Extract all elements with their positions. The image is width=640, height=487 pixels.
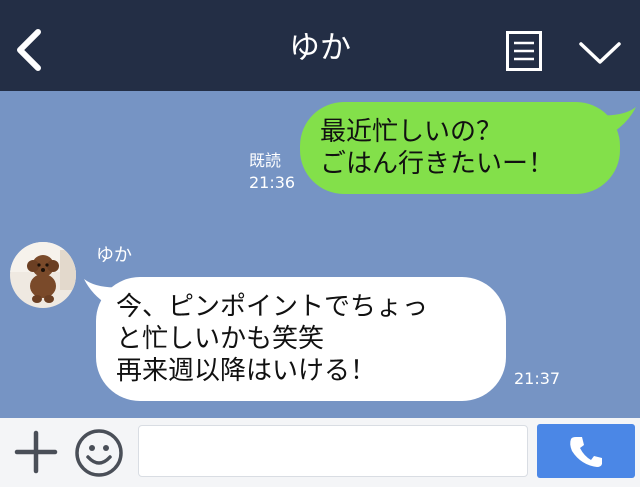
menu-icon — [506, 31, 542, 71]
incoming-message-bubble[interactable]: 今、ピンポイントでちょっ と忙しいかも笑笑 再来週以降はいける！ — [96, 277, 506, 401]
collapse-button[interactable] — [578, 38, 622, 66]
add-button[interactable] — [14, 430, 58, 474]
menu-button[interactable] — [506, 31, 542, 71]
smiley-icon — [75, 429, 123, 477]
avatar[interactable] — [10, 242, 76, 308]
message-input-field[interactable] — [139, 426, 527, 476]
phone-icon — [570, 437, 602, 467]
emoji-button[interactable] — [74, 428, 124, 478]
outgoing-message-text: 最近忙しいの？ ごはん行きたいー！ — [320, 117, 555, 179]
chat-area[interactable]: 既読 21:36 最近忙しいの？ ごはん行きたいー！ ゆか 今、ピンポイントでち… — [0, 91, 640, 418]
incoming-message-text: 今、ピンポイントでちょっ と忙しいかも笑笑 再来週以降はいける！ — [116, 292, 429, 386]
incoming-timestamp: 21:37 — [514, 369, 561, 388]
read-receipt: 既読 — [249, 151, 282, 170]
outgoing-message-bubble[interactable]: 最近忙しいの？ ごはん行きたいー！ — [300, 102, 620, 194]
sender-name: ゆか — [96, 245, 132, 266]
message-input-bar — [0, 418, 640, 487]
chevron-down-icon — [579, 42, 621, 64]
call-button[interactable] — [537, 424, 635, 478]
chat-header: ゆか — [0, 0, 640, 91]
chat-title: ゆか — [289, 30, 351, 66]
plus-icon — [14, 430, 58, 474]
outgoing-timestamp: 21:36 — [249, 173, 296, 192]
message-input[interactable] — [138, 425, 528, 477]
dog-avatar-icon — [10, 242, 76, 308]
